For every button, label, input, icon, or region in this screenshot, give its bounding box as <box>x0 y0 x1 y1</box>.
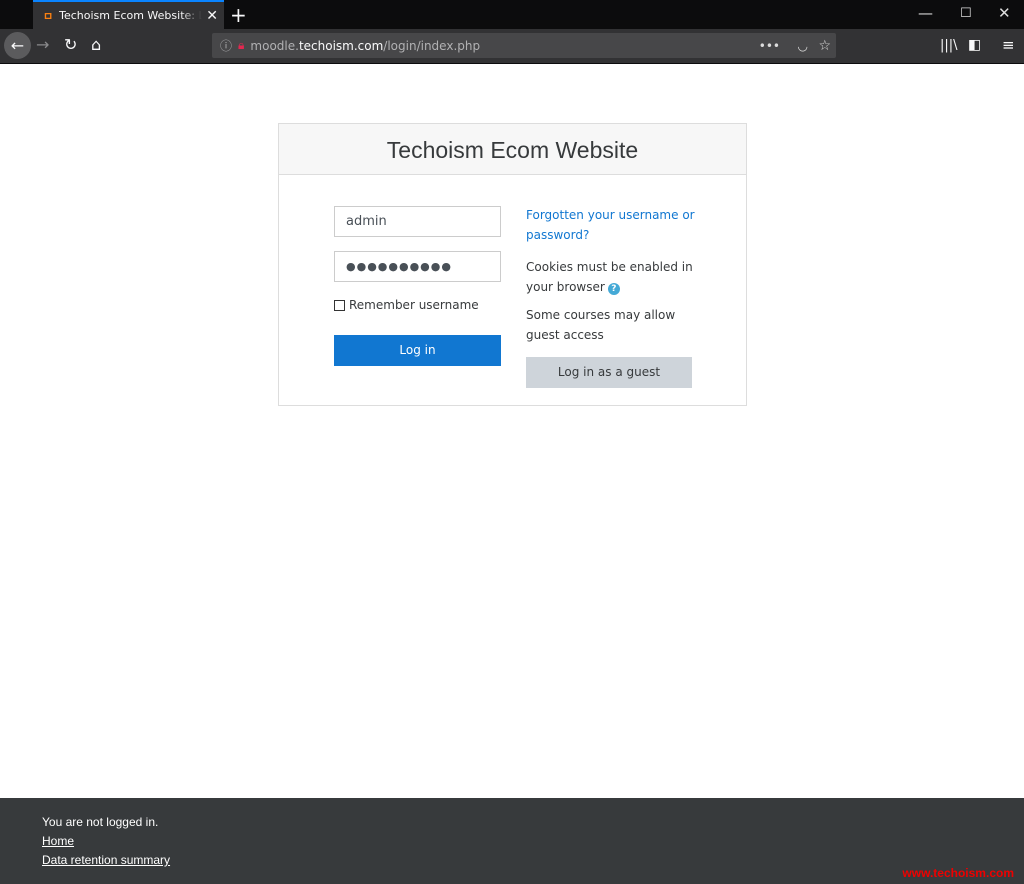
help-icon[interactable]: ? <box>607 282 620 295</box>
data-retention-link[interactable]: Data retention summary <box>42 853 170 867</box>
info-icon[interactable]: ⓘ <box>220 37 232 54</box>
remember-checkbox[interactable] <box>334 299 345 311</box>
tab-title: Techoism Ecom Website: Log in to the sit… <box>59 9 203 22</box>
forward-icon[interactable]: → <box>36 35 49 54</box>
menu-icon[interactable]: ≡ <box>1002 36 1015 54</box>
back-icon[interactable]: ← <box>4 32 31 59</box>
sidebar-icon[interactable]: ◧ <box>968 37 981 53</box>
url-path: /login/index.php <box>383 38 481 53</box>
moodle-favicon-icon: ㅁ <box>43 9 54 23</box>
url-host: techoism.com <box>298 38 384 53</box>
address-bar[interactable]: ⓘ 🔒︎ moodle. techoism.com/login/index.php… <box>212 33 836 58</box>
remember-label: Remember username <box>349 298 479 312</box>
maximize-icon[interactable]: ☐ <box>960 6 972 21</box>
cookies-notice: Cookies must be enabled in your browser? <box>526 258 701 297</box>
tab-bar: ㅁ Techoism Ecom Website: Log in to the s… <box>0 0 1024 29</box>
guest-login-button[interactable]: Log in as a guest <box>526 357 692 388</box>
new-tab-icon[interactable]: + <box>230 3 247 27</box>
password-input[interactable]: ●●●●●●●●●● <box>334 251 501 282</box>
nav-bar: ← → ↻ ⌂ ⓘ 🔒︎ moodle. techoism.com/login/i… <box>0 29 1024 64</box>
page-actions-icon[interactable]: ••• <box>759 39 780 53</box>
close-tab-icon[interactable]: ✕ <box>206 8 218 24</box>
reload-icon[interactable]: ↻ <box>64 35 77 54</box>
close-window-icon[interactable]: ✕ <box>998 4 1011 22</box>
site-title: Techoism Ecom Website <box>279 124 746 175</box>
library-icon[interactable]: |||\ <box>940 38 958 53</box>
home-icon[interactable]: ⌂ <box>91 35 101 54</box>
url-prefix: moodle. <box>250 38 299 53</box>
insecure-lock-icon[interactable]: 🔒︎ <box>238 38 244 53</box>
guest-access-text: Some courses may allow guest access <box>526 308 676 342</box>
home-link[interactable]: Home <box>42 834 74 848</box>
footer: You are not logged in. Home Data retenti… <box>0 798 1024 884</box>
forgot-password-link[interactable]: Forgotten your username or password? <box>526 206 701 245</box>
minimize-icon[interactable]: — <box>918 4 933 22</box>
login-status: You are not logged in. <box>42 815 159 829</box>
tab-active[interactable]: ㅁ Techoism Ecom Website: Log in to the s… <box>33 0 224 29</box>
remember-username[interactable]: Remember username <box>334 298 479 312</box>
watermark: www.techoism.com <box>902 866 1014 880</box>
pocket-icon[interactable]: ◡ <box>798 39 808 53</box>
bookmark-star-icon[interactable]: ☆ <box>818 38 831 54</box>
login-button[interactable]: Log in <box>334 335 501 366</box>
login-card: Techoism Ecom Website admin ●●●●●●●●●● R… <box>278 123 747 406</box>
username-input[interactable]: admin <box>334 206 501 237</box>
